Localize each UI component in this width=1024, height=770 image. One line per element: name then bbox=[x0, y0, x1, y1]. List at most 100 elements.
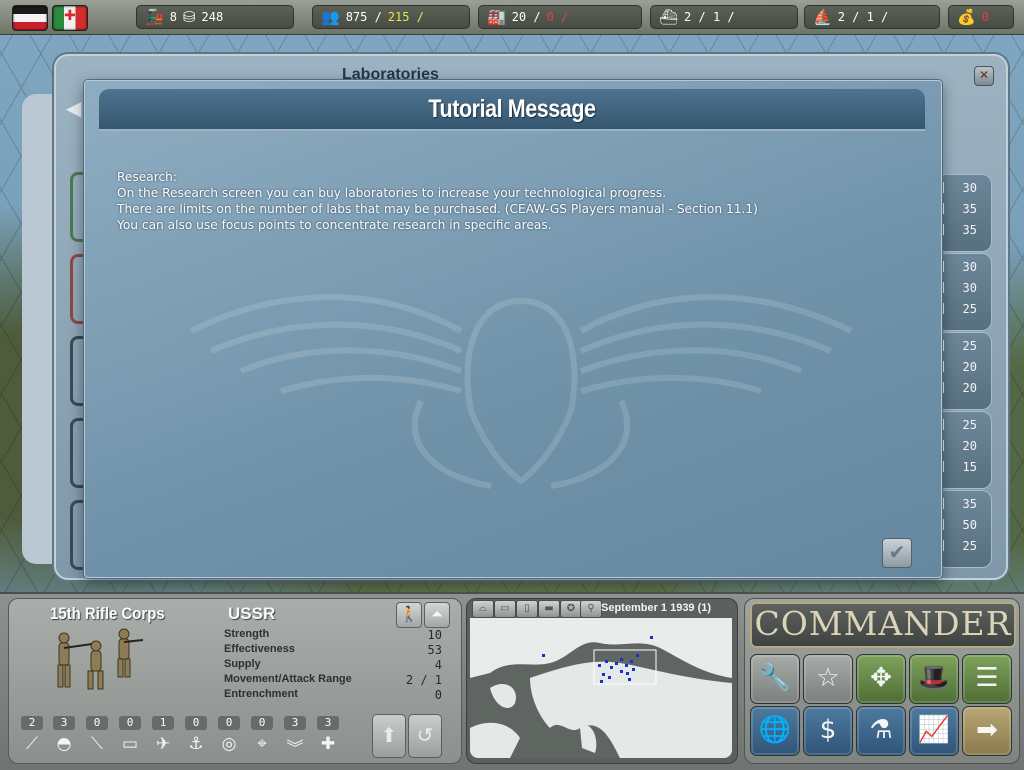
research-value: 25 bbox=[937, 300, 991, 317]
research-value: 25 bbox=[937, 537, 991, 554]
move-arrows-icon: ✥ bbox=[870, 663, 892, 693]
antiair-counter[interactable]: 0 ⌖ bbox=[248, 716, 276, 754]
stat-row: Entrenchment 0 bbox=[224, 688, 442, 702]
production-dollar-button[interactable]: $ bbox=[803, 706, 853, 756]
undo-button[interactable]: ↺ bbox=[408, 714, 442, 758]
train-icon: 🚂 bbox=[145, 8, 164, 26]
research-value: 35 bbox=[937, 495, 991, 512]
helmet-icon: ◓ bbox=[56, 734, 72, 754]
research-value: 50 bbox=[937, 516, 991, 533]
germany-flag-icon[interactable] bbox=[12, 5, 48, 31]
cross-icon: ✚ bbox=[320, 734, 336, 754]
research-value: 15 bbox=[937, 458, 991, 475]
supply-view-tab[interactable]: ▭ bbox=[494, 600, 516, 618]
submarine-stat: ⛵ 2 / 1 / bbox=[804, 5, 940, 29]
close-icon[interactable]: ✕ bbox=[974, 66, 994, 86]
crosshair-icon: ⌖ bbox=[257, 734, 267, 754]
research-value: 20 bbox=[937, 379, 991, 396]
flask-icon: ⚗ bbox=[869, 715, 893, 745]
top-hat-icon: 🎩 bbox=[917, 663, 951, 693]
research-group: 25 20 15 bbox=[936, 411, 992, 489]
research-group: 30 30 25 bbox=[936, 253, 992, 331]
treasury-icon: 💰 bbox=[957, 8, 976, 26]
end-turn-arrow-button[interactable]: ➡ bbox=[962, 706, 1012, 756]
confirm-checkmark-button[interactable]: ✔ bbox=[882, 538, 912, 568]
dialog-header: Tutorial Message bbox=[99, 89, 925, 131]
globe-icon: 🌐 bbox=[758, 715, 792, 745]
factory-icon: 🏭 bbox=[487, 8, 506, 26]
star-icon: ☆ bbox=[816, 663, 840, 693]
research-value: 20 bbox=[937, 437, 991, 454]
chevrons-icon: ︾ bbox=[286, 739, 304, 759]
unit-view-tab[interactable]: ▯ bbox=[516, 600, 538, 618]
battleship-icon: ⛴ bbox=[659, 8, 679, 26]
diplomacy-hat-button[interactable]: 🎩 bbox=[909, 654, 959, 704]
commander-logo: COMMANDER bbox=[750, 602, 1016, 648]
eagle-emblem-icon bbox=[189, 294, 853, 489]
unit-nation: USSR bbox=[228, 604, 276, 623]
production-stat: 🏭 20 / 0 / bbox=[478, 5, 642, 29]
leaders-star-button[interactable]: ☆ bbox=[803, 654, 853, 704]
unit-name: 15th Rifle Corps bbox=[50, 604, 165, 623]
research-value: 30 bbox=[937, 258, 991, 275]
stat-row: Effectiveness 53 bbox=[224, 643, 442, 657]
star-view-tab[interactable]: ✪ bbox=[560, 600, 582, 618]
research-value: 30 bbox=[937, 279, 991, 296]
research-value: 35 bbox=[937, 200, 991, 217]
list-icon: ☰ bbox=[975, 663, 999, 693]
list-button[interactable]: ☰ bbox=[962, 654, 1012, 704]
dialog-message: Research: On the Research screen you can… bbox=[117, 169, 907, 233]
tank-icon: ▭ bbox=[121, 734, 139, 754]
infantry-weapons-counter[interactable]: 2 ⟋ bbox=[18, 716, 46, 754]
europe-minimap[interactable] bbox=[470, 618, 732, 758]
research-group: 25 20 20 bbox=[936, 332, 992, 410]
message-line: You can also use focus points to concent… bbox=[117, 218, 552, 232]
plane-icon: ✈ bbox=[155, 734, 171, 754]
armor-view-tab[interactable]: ▬ bbox=[538, 600, 560, 618]
europe-map-image bbox=[470, 618, 732, 758]
anchor-icon: ⚓ bbox=[188, 734, 204, 754]
artillery-counter[interactable]: 0 ⟍ bbox=[83, 716, 111, 754]
back-arrow-icon[interactable]: ◀ bbox=[66, 96, 81, 120]
move-arrows-button[interactable]: ✥ bbox=[856, 654, 906, 704]
people-icon: 👥 bbox=[321, 8, 340, 26]
research-flask-button[interactable]: ⚗ bbox=[856, 706, 906, 756]
radar-counter[interactable]: 0 ◎ bbox=[215, 716, 243, 754]
coins-stack-icon: ⛁ bbox=[182, 8, 196, 26]
message-line: There are limits on the number of labs t… bbox=[117, 202, 758, 216]
medical-counter[interactable]: 3 ✚ bbox=[314, 716, 342, 754]
globe-button[interactable]: 🌐 bbox=[750, 706, 800, 756]
research-group: 35 50 25 bbox=[936, 490, 992, 568]
aircraft-counter[interactable]: 1 ✈ bbox=[149, 716, 177, 754]
stat-row: Supply 4 bbox=[224, 658, 442, 672]
unit-upgrade-button[interactable]: ⏶ bbox=[424, 602, 450, 628]
rank-counter[interactable]: 3 ︾ bbox=[281, 716, 309, 759]
upgrade-unit-button[interactable]: ⬆ bbox=[372, 714, 406, 758]
gold-stat: 💰 0 bbox=[948, 5, 1014, 29]
repair-wrench-button[interactable]: 🔧 bbox=[750, 654, 800, 704]
research-value: 20 bbox=[937, 358, 991, 375]
naval-stat: ⛴ 2 / 1 / bbox=[650, 5, 798, 29]
armor-counter[interactable]: 0 ▭ bbox=[116, 716, 144, 754]
terrain-view-tab[interactable]: ⌓ bbox=[472, 600, 494, 618]
turn-date: September 1 1939 (1) bbox=[601, 602, 712, 614]
infantry-soldiers-icon bbox=[57, 628, 144, 690]
wrench-icon: 🔧 bbox=[758, 663, 792, 693]
research-value: 25 bbox=[937, 337, 991, 354]
rail-supply-stat: 🚂 8 ⛁ 248 bbox=[136, 5, 294, 29]
infantry-helmet-counter[interactable]: 3 ◓ bbox=[50, 716, 78, 754]
statistics-graph-button[interactable]: 📈 bbox=[909, 706, 959, 756]
dollar-icon: $ bbox=[819, 715, 837, 745]
unit-strength-button[interactable]: 🚶 bbox=[396, 602, 422, 628]
naval-counter[interactable]: 0 ⚓ bbox=[182, 716, 210, 754]
research-value: 30 bbox=[937, 179, 991, 196]
research-value: 35 bbox=[937, 221, 991, 238]
stat-row: Movement/Attack Range 2 / 1 bbox=[224, 673, 442, 687]
research-group: 30 35 35 bbox=[936, 174, 992, 252]
graph-icon: 📈 bbox=[917, 715, 951, 745]
italy-flag-icon[interactable] bbox=[52, 5, 88, 31]
radar-icon: ◎ bbox=[221, 734, 237, 754]
message-line: Research: bbox=[117, 170, 178, 184]
zoom-search-tab[interactable]: ⚲ bbox=[580, 600, 602, 618]
arrow-right-icon: ➡ bbox=[976, 715, 998, 745]
